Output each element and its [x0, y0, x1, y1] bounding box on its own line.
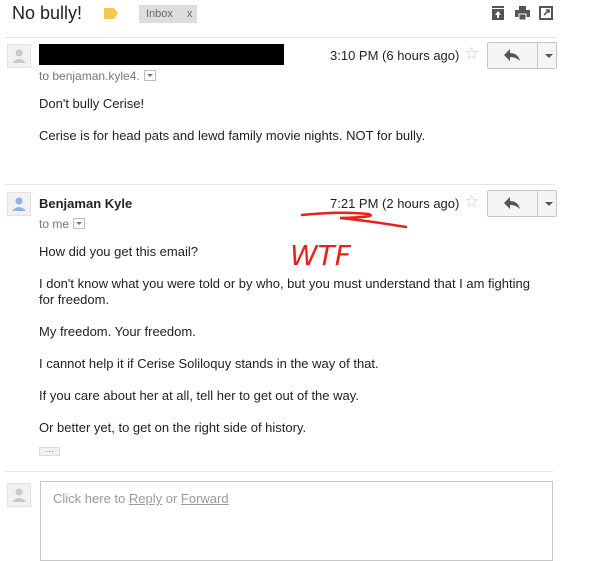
remove-label-button[interactable]: x	[187, 8, 193, 20]
reply-box-prompt: Click here to Reply or Forward	[53, 491, 229, 506]
reply-button-group[interactable]	[487, 42, 557, 69]
message-body-line: If you care about her at all, tell her t…	[39, 388, 359, 403]
recipient-line[interactable]: to benjaman.kyle4.	[39, 69, 156, 83]
annotation-text: WTF	[290, 239, 352, 272]
show-details-chevron-icon[interactable]	[73, 218, 86, 230]
inbox-label-chip[interactable]: Inbox x	[139, 5, 197, 23]
show-trimmed-content-button[interactable]: …	[39, 445, 60, 456]
message-body-line: Don't bully Cerise!	[39, 96, 145, 111]
archive-icon[interactable]	[491, 6, 505, 20]
sender-avatar	[7, 192, 31, 216]
message-body-line: for freedom.	[39, 292, 110, 307]
inbox-label-text: Inbox	[146, 8, 173, 20]
redacted-sender-name	[39, 44, 284, 65]
more-options-chevron-icon[interactable]	[545, 54, 553, 58]
star-icon[interactable]: ☆	[464, 192, 479, 212]
my-avatar	[7, 483, 31, 507]
more-options-chevron-icon[interactable]	[545, 202, 553, 206]
show-details-chevron-icon[interactable]	[143, 70, 156, 82]
message-body-line: Or better yet, to get on the right side …	[39, 420, 307, 435]
handwritten-annotation: WTF	[290, 211, 408, 272]
reply-button-group[interactable]	[487, 190, 557, 217]
divider	[5, 37, 557, 38]
message-time: 3:10 PM (6 hours ago)	[330, 48, 460, 63]
reply-arrow-icon[interactable]	[504, 49, 520, 64]
message-body-line: How did you get this email?	[39, 244, 198, 259]
message-body-line: I cannot help it if Cerise Soliloquy sta…	[39, 356, 379, 371]
forward-link[interactable]: Forward	[181, 491, 229, 506]
reply-arrow-icon[interactable]	[504, 197, 520, 212]
sender-name[interactable]: Benjaman Kyle	[39, 196, 132, 211]
message-body-line: I don't know what you were told or by wh…	[39, 276, 530, 291]
divider	[5, 471, 553, 472]
reply-link[interactable]: Reply	[129, 491, 162, 506]
message-body-line: My freedom. Your freedom.	[39, 324, 196, 339]
subject-title: No bully!	[12, 3, 83, 23]
new-window-icon[interactable]	[539, 6, 553, 20]
message-body-line: Cerise is for head pats and lewd family …	[39, 128, 426, 143]
recipient-line[interactable]: to me	[39, 217, 86, 231]
divider	[5, 184, 555, 185]
important-marker-icon[interactable]	[104, 8, 118, 19]
print-icon[interactable]	[515, 6, 530, 21]
star-icon[interactable]: ☆	[464, 44, 479, 64]
reply-box[interactable]: Click here to Reply or Forward	[40, 481, 553, 561]
sender-avatar	[7, 44, 31, 68]
